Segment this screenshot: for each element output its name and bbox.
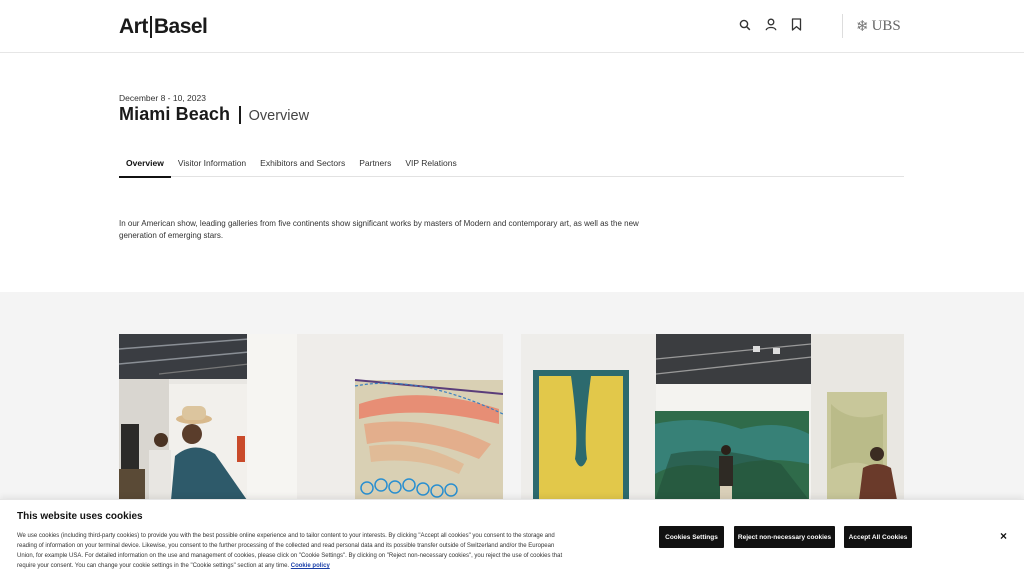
close-icon[interactable]: × <box>1000 529 1007 543</box>
fair-photo-left[interactable] <box>119 334 503 500</box>
tab-overview[interactable]: Overview <box>119 152 171 178</box>
section-tabs: Overview Visitor Information Exhibitors … <box>119 152 904 178</box>
search-icon[interactable] <box>739 18 755 34</box>
art-basel-logo[interactable]: Art Basel <box>119 15 208 39</box>
ubs-logo-text: UBS <box>871 18 901 34</box>
logo-text-basel: Basel <box>153 15 208 38</box>
intro-text: In our American show, leading galleries … <box>119 219 639 240</box>
cookies-settings-button[interactable]: Cookies Settings <box>659 526 724 548</box>
tab-partners[interactable]: Partners <box>352 152 398 177</box>
site-header: Art Basel ❄ UBS <box>0 0 1024 53</box>
tab-visitor-information[interactable]: Visitor Information <box>171 152 253 177</box>
reject-cookies-button[interactable]: Reject non-necessary cookies <box>734 526 835 548</box>
cookie-banner-title: This website uses cookies <box>17 511 143 522</box>
title-divider <box>239 105 241 124</box>
cookie-description: We use cookies (including third-party co… <box>17 533 563 569</box>
cookie-banner-text: We use cookies (including third-party co… <box>17 531 565 571</box>
logo-text-art: Art <box>119 15 148 38</box>
page-subtitle: Overview <box>248 107 310 124</box>
tab-exhibitors-and-sectors[interactable]: Exhibitors and Sectors <box>253 152 352 177</box>
event-date: December 8 - 10, 2023 <box>119 93 206 103</box>
page-title-row: Miami Beach Overview <box>119 104 309 125</box>
header-divider <box>842 14 843 38</box>
page-title: Miami Beach <box>119 104 231 124</box>
bookmark-icon[interactable] <box>791 18 807 34</box>
fair-photo-right[interactable] <box>521 334 904 500</box>
accept-cookies-button[interactable]: Accept All Cookies <box>844 526 912 548</box>
logo-divider <box>149 16 152 38</box>
cookie-policy-link[interactable]: Cookie policy <box>291 563 330 569</box>
ubs-keys-icon: ❄ <box>856 19 869 35</box>
ubs-partner-logo[interactable]: ❄ UBS <box>856 17 901 36</box>
tab-vip-relations[interactable]: VIP Relations <box>398 152 463 177</box>
user-icon[interactable] <box>765 18 781 34</box>
